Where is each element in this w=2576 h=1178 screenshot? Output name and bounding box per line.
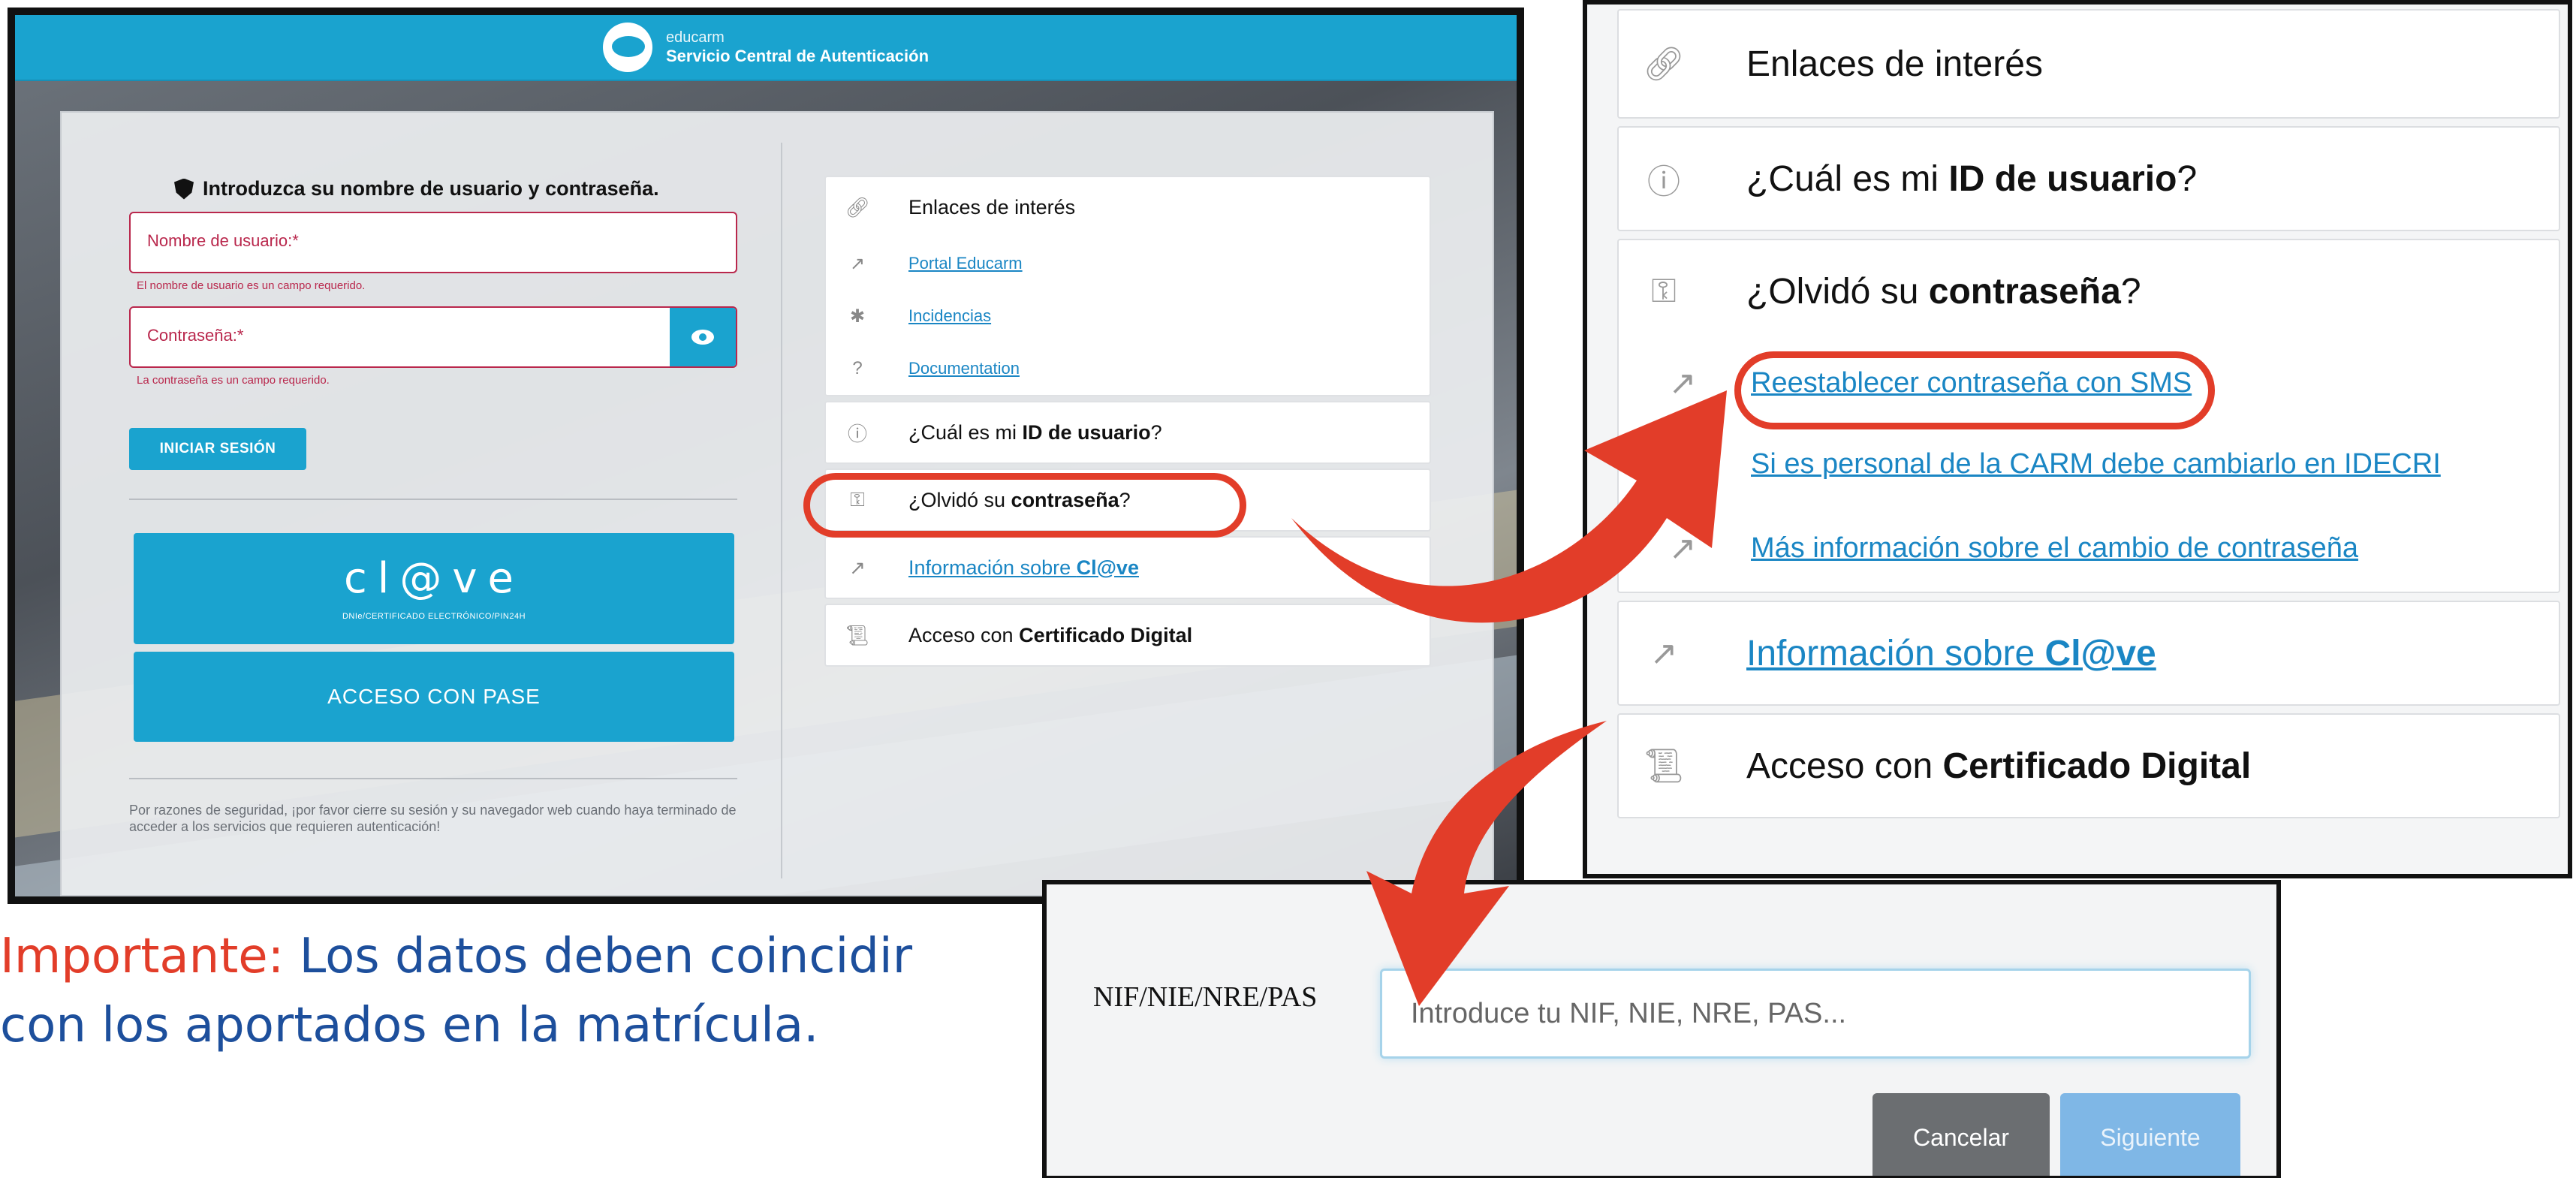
arrow-to-expanded-icon	[1291, 390, 1727, 623]
arrows-layer	[1291, 390, 1727, 1006]
instruction-graphic: educarm Servicio Central de Autenticació…	[0, 0, 2576, 1178]
arrow-to-nif-form-icon	[1366, 721, 1607, 1006]
